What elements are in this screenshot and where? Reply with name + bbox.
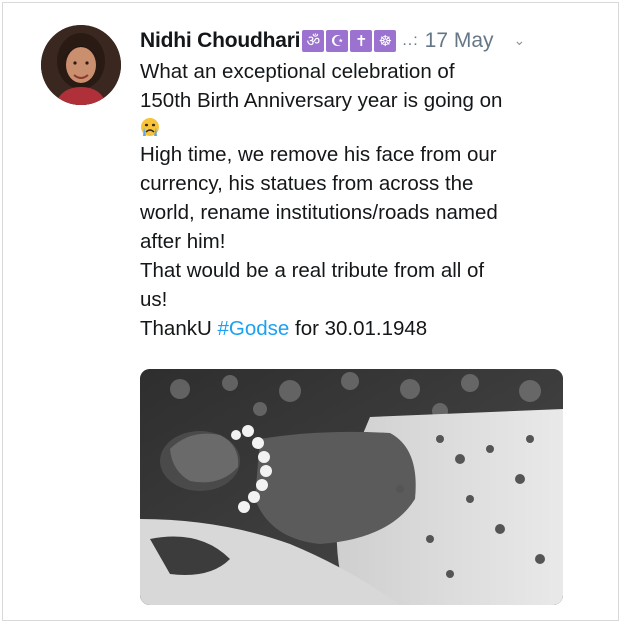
- om-symbol-icon: ॐ: [302, 30, 325, 52]
- tweet-line: High time, we remove his face from our: [140, 143, 497, 166]
- crescent-star-icon: ☪: [326, 30, 349, 52]
- tweet-line-last: ThankU #Godse for 30.01.1948: [140, 314, 570, 343]
- tweet-date[interactable]: 17 May: [425, 29, 494, 53]
- tweet-line: after him!: [140, 230, 226, 253]
- dharma-wheel-icon: ☸: [374, 30, 397, 52]
- thanks-text: ThankU: [140, 317, 218, 340]
- avatar-image: [41, 25, 121, 105]
- hashtag-link[interactable]: #Godse: [217, 317, 289, 340]
- crying-face-emoji: [141, 118, 159, 136]
- tweet-line: What an exceptional celebration of: [140, 60, 455, 83]
- tweet-photo[interactable]: [140, 369, 563, 605]
- tweet-line: world, rename institutions/roads named: [140, 201, 498, 224]
- cross-icon: ✝: [350, 30, 373, 52]
- date-text: for 30.01.1948: [289, 317, 428, 340]
- chevron-down-icon[interactable]: ⌄: [514, 33, 526, 49]
- avatar[interactable]: [41, 25, 121, 105]
- tweet-header: Nidhi Choudhari ॐ ☪ ✝ ☸ ..: 17 May ⌄: [140, 27, 570, 55]
- tweet-line: currency, his statues from across the: [140, 172, 474, 195]
- tweet-line: us!: [140, 288, 168, 311]
- name-badges: ॐ ☪ ✝ ☸: [302, 30, 397, 52]
- tweet-card: Nidhi Choudhari ॐ ☪ ✝ ☸ ..: 17 May ⌄ Wha…: [2, 2, 619, 621]
- photo-image: [140, 369, 563, 605]
- tweet-line: That would be a real tribute from all of: [140, 259, 485, 282]
- tweet-text: What an exceptional celebration of 150th…: [140, 57, 570, 343]
- author-name[interactable]: Nidhi Choudhari: [140, 29, 301, 53]
- tweet-line: 150th Birth Anniversary year is going on: [140, 89, 503, 112]
- header-separator: ..:: [402, 32, 419, 49]
